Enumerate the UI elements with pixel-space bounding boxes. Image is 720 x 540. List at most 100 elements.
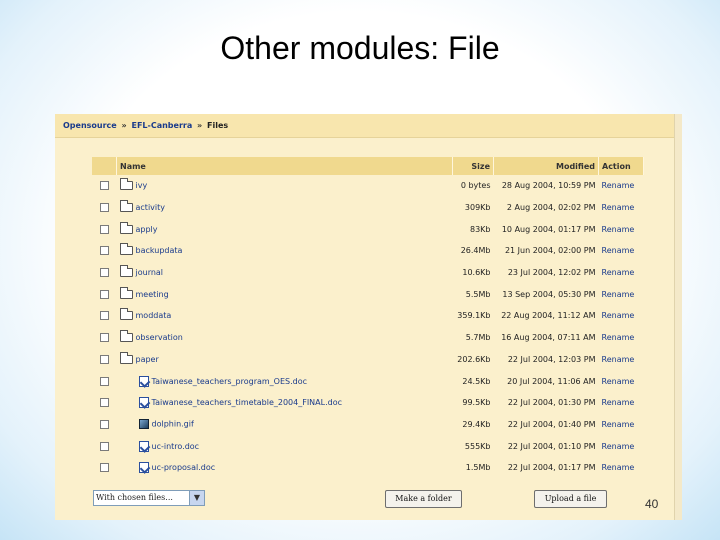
row-select-cell: [92, 435, 117, 457]
row-checkbox[interactable]: [99, 441, 109, 451]
table-row: apply 83Kb 10 Aug 2004, 01:17 PM Rename: [92, 218, 644, 240]
file-name-link[interactable]: Taiwanese_teachers_program_OES.doc: [152, 377, 308, 386]
action-cell: Rename: [599, 435, 644, 457]
size-cell: 359.1Kb: [457, 311, 491, 321]
upload-file-button[interactable]: Upload a file: [534, 490, 607, 508]
table-row: dolphin.gif 29.4Kb 22 Jul 2004, 01:40 PM Re…: [92, 414, 644, 436]
file-name-link[interactable]: ivy: [136, 181, 148, 190]
row-select-cell: [92, 327, 117, 349]
row-checkbox[interactable]: [99, 376, 109, 386]
file-name-link[interactable]: Taiwanese_teachers_timetable_2004_FINAL.…: [152, 398, 343, 407]
table-row: activity 309Kb 2 Aug 2004, 02:02 PM Rename: [92, 197, 644, 219]
name-cell: Taiwanese_teachers_timetable_2004_FINAL.…: [117, 392, 453, 414]
rename-link[interactable]: Rename: [602, 268, 635, 277]
size-cell: 202.6Kb: [457, 354, 491, 364]
slide-title: Other modules: File: [220, 30, 500, 66]
document-icon: [138, 462, 149, 474]
size-cell: 24.5Kb: [462, 376, 491, 386]
breadcrumb-course-link[interactable]: Opensource: [63, 121, 117, 130]
scrollbar[interactable]: [674, 114, 682, 520]
rename-link[interactable]: Rename: [602, 333, 635, 342]
breadcrumb: Opensource » EFL-Canberra » Files: [55, 114, 675, 138]
rename-link[interactable]: Rename: [602, 420, 635, 429]
file-name-link[interactable]: backupdata: [136, 246, 183, 255]
rename-link[interactable]: Rename: [602, 181, 635, 190]
row-checkbox[interactable]: [99, 333, 109, 343]
row-select-cell: [92, 283, 117, 305]
folder-icon: [119, 286, 133, 299]
rename-link[interactable]: Rename: [602, 398, 635, 407]
size-cell: 0 bytes: [460, 181, 491, 191]
files-table: Name Size Modified Action ivy 0 bytes 28 A…: [92, 157, 644, 479]
row-select-cell: [92, 457, 117, 479]
name-cell: dolphin.gif: [117, 414, 453, 436]
modified-cell: 2 Aug 2004, 02:02 PM: [506, 203, 596, 213]
header-modified[interactable]: Modified: [493, 157, 599, 175]
action-cell: Rename: [599, 197, 644, 219]
row-checkbox[interactable]: [99, 419, 109, 429]
row-checkbox[interactable]: [99, 246, 109, 256]
row-select-cell: [92, 262, 117, 284]
file-name-link[interactable]: uc-proposal.doc: [152, 463, 216, 472]
name-cell: activity: [117, 197, 453, 219]
rename-link[interactable]: Rename: [602, 225, 635, 234]
row-select-cell: [92, 392, 117, 414]
folder-icon: [119, 221, 133, 234]
with-chosen-files-select[interactable]: With chosen files... ▼: [93, 490, 205, 506]
rename-link[interactable]: Rename: [602, 377, 635, 386]
row-checkbox[interactable]: [99, 289, 109, 299]
modified-cell: 22 Jul 2004, 01:17 PM: [507, 463, 596, 473]
file-manager-screenshot: Opensource » EFL-Canberra » Files Name S…: [55, 114, 682, 520]
rename-link[interactable]: Rename: [602, 290, 635, 299]
row-checkbox[interactable]: [99, 354, 109, 364]
file-name-link[interactable]: activity: [136, 203, 166, 212]
row-checkbox[interactable]: [99, 203, 109, 213]
action-cell: Rename: [599, 218, 644, 240]
rename-link[interactable]: Rename: [602, 246, 635, 255]
chevron-down-icon[interactable]: ▼: [189, 491, 204, 505]
rename-link[interactable]: Rename: [602, 442, 635, 451]
size-cell: 26.4Mb: [460, 246, 491, 256]
row-select-cell: [92, 240, 117, 262]
header-action: Action: [598, 157, 644, 175]
document-icon: [138, 440, 149, 452]
table-row: Taiwanese_teachers_program_OES.doc 24.5Kb…: [92, 370, 644, 392]
row-checkbox[interactable]: [99, 224, 109, 234]
modified-cell: 23 Jul 2004, 12:02 PM: [507, 268, 596, 278]
file-name-link[interactable]: journal: [136, 268, 164, 277]
file-name-link[interactable]: moddata: [136, 311, 172, 320]
action-cell: Rename: [599, 392, 644, 414]
slide-page-number: 40: [645, 497, 659, 511]
table-row: ivy 0 bytes 28 Aug 2004, 10:59 PM Rename: [92, 175, 644, 197]
breadcrumb-section-link[interactable]: EFL-Canberra: [131, 121, 192, 130]
row-select-cell: [92, 370, 117, 392]
row-checkbox[interactable]: [99, 398, 109, 408]
file-name-link[interactable]: dolphin.gif: [152, 420, 194, 429]
rename-link[interactable]: Rename: [602, 311, 635, 320]
table-row: observation 5.7Mb 16 Aug 2004, 07:11 AM Ren…: [92, 327, 644, 349]
file-name-link[interactable]: meeting: [136, 290, 169, 299]
modified-cell: 22 Jul 2004, 01:10 PM: [507, 441, 596, 451]
name-cell: uc-proposal.doc: [117, 457, 453, 479]
row-checkbox[interactable]: [99, 181, 109, 191]
modified-cell: 28 Aug 2004, 10:59 PM: [501, 181, 596, 191]
modified-cell: 16 Aug 2004, 07:11 AM: [501, 333, 596, 343]
row-checkbox[interactable]: [99, 311, 109, 321]
rename-link[interactable]: Rename: [602, 203, 635, 212]
file-name-link[interactable]: apply: [136, 225, 158, 234]
make-folder-button[interactable]: Make a folder: [385, 490, 462, 508]
rename-link[interactable]: Rename: [602, 463, 635, 472]
header-name[interactable]: Name: [116, 157, 453, 175]
table-header-row: Name Size Modified Action: [92, 157, 644, 175]
file-name-link[interactable]: observation: [136, 333, 183, 342]
action-cell: Rename: [599, 327, 644, 349]
row-checkbox[interactable]: [99, 268, 109, 278]
folder-icon: [119, 200, 133, 213]
header-select: [92, 157, 117, 175]
file-name-link[interactable]: paper: [136, 355, 159, 364]
header-size[interactable]: Size: [452, 157, 494, 175]
file-name-link[interactable]: uc-intro.doc: [152, 442, 200, 451]
rename-link[interactable]: Rename: [602, 355, 635, 364]
size-cell: 5.5Mb: [465, 289, 491, 299]
row-checkbox[interactable]: [99, 463, 109, 473]
